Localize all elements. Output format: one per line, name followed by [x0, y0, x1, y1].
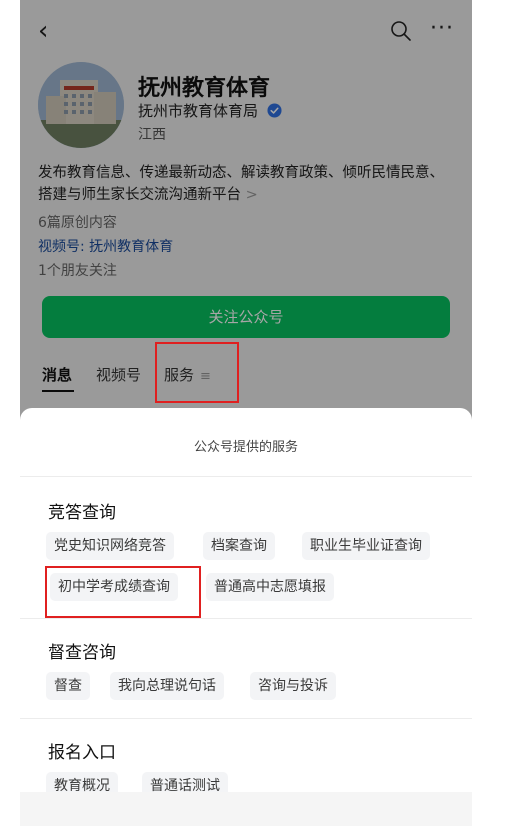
service-chip-archive-query[interactable]: 档案查询	[203, 532, 275, 560]
section-title-registration: 报名入口	[48, 743, 116, 763]
divider	[20, 718, 472, 719]
service-chip-party-history-quiz[interactable]: 党史知识网络竞答	[46, 532, 174, 560]
section-title-quiz: 竞答查询	[48, 503, 116, 523]
sheet-bottom-bar	[20, 792, 472, 826]
highlight-box-exam-scores	[45, 566, 201, 618]
service-chip-high-school-application[interactable]: 普通高中志愿填报	[206, 573, 334, 601]
highlight-box-services-tab	[155, 342, 239, 403]
service-chip-message-to-premier[interactable]: 我向总理说句话	[110, 672, 224, 700]
divider	[20, 476, 472, 477]
divider	[20, 618, 472, 619]
service-chip-vocational-diploma-query[interactable]: 职业生毕业证查询	[302, 532, 430, 560]
sheet-title: 公众号提供的服务	[193, 440, 298, 455]
services-sheet: 公众号提供的服务 竞答查询 党史知识网络竞答 档案查询 职业生毕业证查询 初中学…	[20, 408, 472, 826]
service-chip-supervision[interactable]: 督查	[46, 672, 90, 700]
phone-screen: ‹ ··· 抚州教育体育 抚州市教育体育局 江西 发布教育信息、传递最新动态、解…	[20, 0, 472, 826]
service-chip-consult-complaint[interactable]: 咨询与投诉	[250, 672, 336, 700]
section-title-supervision: 督查咨询	[48, 643, 116, 663]
